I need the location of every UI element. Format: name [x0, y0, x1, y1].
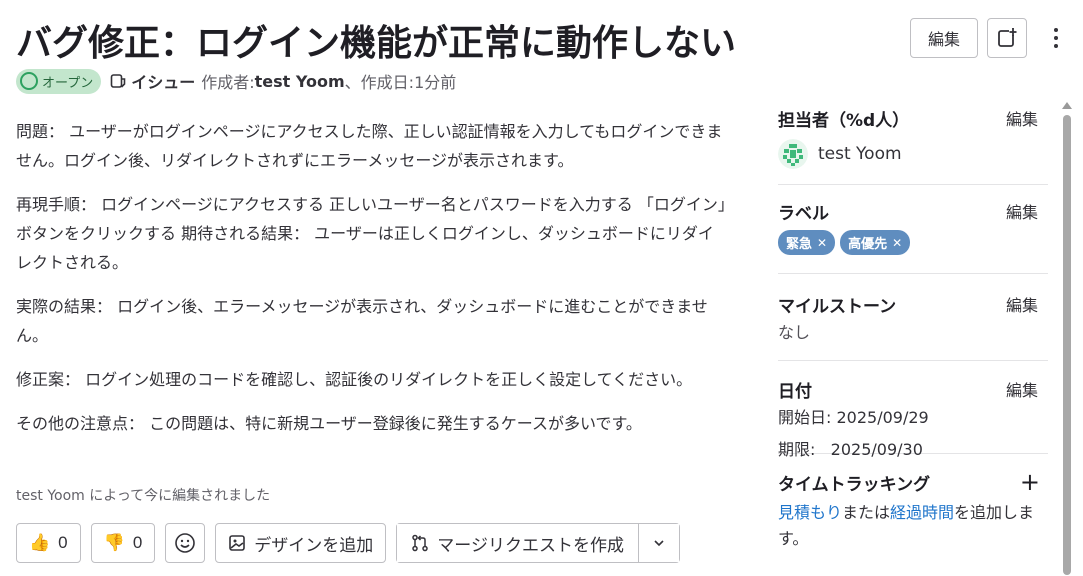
create-mr-split-button: マージリクエストを作成 [396, 523, 680, 563]
milestone-edit-button[interactable]: 編集 [1006, 292, 1038, 316]
issue-actions: 👍 0 👎 0 デザインを追加 マージリクエストを作成 [16, 523, 680, 563]
label-text: 高優先 [848, 237, 888, 252]
assignee-edit-button[interactable]: 編集 [1006, 106, 1038, 130]
or-text: または [842, 503, 891, 522]
thumbs-up-count: 0 [58, 533, 68, 552]
assignee-section: 担当者（%d人） 編集 test Yoom [778, 104, 1048, 185]
more-dot [1054, 44, 1058, 48]
description-paragraph: その他の注意点： この問題は、特に新規ユーザー登録後に発生するケースが多いです。 [16, 414, 642, 433]
thumbs-up-button[interactable]: 👍 0 [16, 523, 81, 563]
image-icon [228, 534, 246, 552]
milestone-title: マイルストーン [778, 296, 897, 317]
thumbs-down-icon: 👎 [103, 533, 125, 552]
issue-description: 問題： ユーザーがログインページにアクセスした際、正しい認証情報を入力してもログ… [16, 117, 728, 453]
time-tracking-help: 見積もりまたは経過時間を追加します。 [778, 500, 1046, 552]
more-actions-button[interactable] [1044, 24, 1068, 52]
assignee-title: 担当者（%d人） [778, 110, 910, 131]
create-mr-button[interactable]: マージリクエストを作成 [397, 524, 639, 562]
scrollbar-thumb[interactable] [1063, 115, 1071, 575]
merge-request-icon [411, 534, 429, 552]
scroll-up-arrow-icon[interactable] [1062, 102, 1072, 109]
assignee-name: test Yoom [818, 144, 902, 164]
issue-title: バグ修正：ログイン機能が正常に動作しない [16, 23, 737, 64]
create-mr-dropdown-toggle[interactable] [638, 524, 679, 562]
dates-section: 日付 編集 開始日: 2025/09/29 期限: 2025/09/30 [778, 361, 1048, 459]
add-design-label: デザインを追加 [254, 535, 374, 555]
add-time-icon[interactable]: + [1020, 468, 1040, 496]
author-link[interactable]: test Yoom [255, 72, 345, 91]
time-tracking-header: タイムトラッキング + [778, 468, 1048, 496]
label-text: 緊急 [786, 237, 813, 252]
chevron-down-icon [654, 540, 664, 547]
thumbs-up-icon: 👍 [29, 533, 51, 552]
milestone-section: マイルストーン 編集 なし [778, 274, 1048, 361]
label-list: 緊急 ✕ 高優先 ✕ [778, 230, 1048, 255]
status-label: オープン [42, 75, 94, 91]
issue-type-icon [109, 72, 127, 90]
thumbs-down-count: 0 [132, 533, 143, 552]
more-vertical-icon [1054, 28, 1058, 32]
issue-meta: オープン イシュー 作成者: test Yoom 、作成日: 1分前 [16, 68, 456, 94]
add-todo-button[interactable] [987, 18, 1027, 58]
assignee-user[interactable]: test Yoom [778, 139, 1048, 169]
labels-header: ラベル 編集 [778, 197, 1048, 225]
more-dot [1054, 36, 1058, 40]
start-date: 開始日: 2025/09/29 [778, 408, 929, 427]
milestone-value: なし [778, 323, 811, 342]
created-time: 1分前 [414, 73, 457, 92]
labels-edit-button[interactable]: 編集 [1006, 199, 1038, 223]
edited-note: test Yoom によって今に編集されました [16, 488, 271, 504]
label-pill: 高優先 ✕ [840, 230, 911, 255]
issue-type: イシュー [131, 73, 196, 92]
remove-label-icon[interactable]: ✕ [892, 236, 902, 250]
dates-edit-button[interactable]: 編集 [1006, 377, 1038, 401]
labels-title: ラベル [778, 203, 829, 224]
author-prefix: 作成者: [201, 73, 255, 92]
estimate-link[interactable]: 見積もり [778, 503, 842, 522]
add-design-button[interactable]: デザインを追加 [215, 523, 387, 563]
dates-title: 日付 [778, 381, 812, 402]
assignee-header: 担当者（%d人） 編集 [778, 104, 1048, 132]
description-paragraph: 修正案： ログイン処理のコードを確認し、認証後のリダイレクトを正しく設定してくだ… [16, 370, 693, 389]
label-pill: 緊急 ✕ [778, 230, 836, 255]
issue-open-icon [20, 72, 38, 90]
time-tracking-title: タイムトラッキング [778, 474, 931, 495]
add-reaction-button[interactable] [165, 523, 206, 563]
remove-label-icon[interactable]: ✕ [817, 236, 827, 250]
time-tracking-section: タイムトラッキング + 見積もりまたは経過時間を追加します。 [778, 454, 1048, 552]
edit-issue-button[interactable]: 編集 [910, 18, 978, 58]
milestone-header: マイルストーン 編集 [778, 290, 1048, 318]
create-mr-label: マージリクエストを作成 [437, 535, 624, 555]
issue-sidebar: 担当者（%d人） 編集 test Yoom ラベル 編集 緊急 ✕ 高優先 ✕ [778, 104, 1048, 552]
avatar [778, 139, 808, 169]
thumbs-down-button[interactable]: 👎 0 [90, 523, 156, 563]
created-prefix: 、作成日: [344, 73, 415, 92]
dates-header: 日付 編集 [778, 375, 1048, 403]
description-paragraph: 問題： ユーザーがログインページにアクセスした際、正しい認証情報を入力してもログ… [16, 122, 723, 170]
add-todo-icon [998, 28, 1017, 47]
sidebar-scrollbar[interactable] [1062, 102, 1072, 576]
labels-section: ラベル 編集 緊急 ✕ 高優先 ✕ [778, 185, 1048, 274]
smiley-icon [175, 533, 196, 553]
description-paragraph: 実際の結果： ログイン後、エラーメッセージが表示され、ダッシュボードに進むことが… [16, 297, 708, 345]
time-spent-link[interactable]: 経過時間 [890, 503, 954, 522]
status-badge: オープン [16, 68, 102, 94]
description-paragraph: 再現手順： ログインページにアクセスする 正しいユーザー名とパスワードを入力する… [16, 195, 726, 272]
